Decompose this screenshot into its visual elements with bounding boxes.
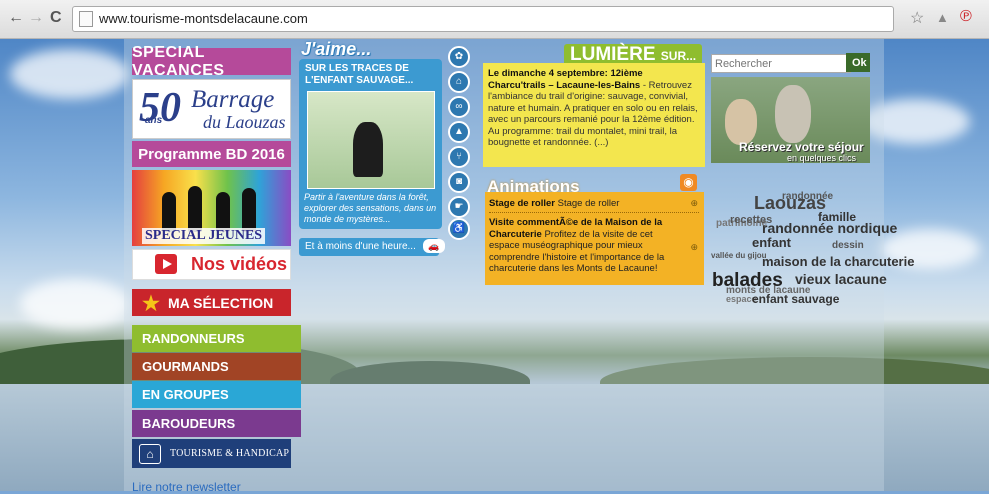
animation-item-title: Stage de roller (489, 198, 555, 209)
tag-cloud-item[interactable]: enfant sauvage (752, 292, 839, 306)
rss-icon[interactable]: ◉ (680, 174, 697, 191)
baroudeurs-button[interactable]: BAROUDEURS (132, 410, 301, 437)
bottle-icon[interactable]: ◙ (448, 171, 470, 193)
pinterest-icon[interactable]: ℗ (960, 8, 972, 26)
bookmark-star-icon[interactable]: ☆ (910, 8, 924, 28)
reserve-line2: en quelques clics (787, 153, 857, 163)
nos-videos-button[interactable]: Nos vidéos (132, 249, 291, 280)
extension-icon[interactable]: ▲ (936, 10, 949, 25)
hand-icon[interactable]: ☛ (448, 196, 470, 218)
tag-cloud-item[interactable]: enfant (752, 235, 791, 250)
ma-selection-button[interactable]: ★ MA SÉLECTION (132, 289, 291, 316)
en-groupes-button[interactable]: EN GROUPES (132, 381, 301, 408)
lumiere-headline: Le dimanche 4 septembre: 12ième Charcu't… (488, 68, 643, 91)
barrage-line2: du Laouzas (203, 112, 286, 132)
moins-une-heure-button[interactable]: Et à moins d'une heure... 🚗 (299, 238, 445, 256)
special-jeunes-label: SPECIAL JEUNES (142, 228, 266, 244)
reservez-sejour-banner[interactable]: Réservez votre séjour en quelques clics (711, 77, 870, 163)
binoculars-icon[interactable]: ∞ (448, 96, 470, 118)
star-icon: ★ (142, 293, 160, 315)
url-text: www.tourisme-montsdelacaune.com (99, 11, 308, 26)
randonneurs-button[interactable]: RANDONNEURS (132, 325, 301, 352)
animations-card: Stage de roller Stage de roller ⊕ Visite… (485, 192, 704, 285)
lumiere-card[interactable]: Le dimanche 4 septembre: 12ième Charcu't… (483, 63, 705, 167)
theme-icon-strip: ✿ ⌂ ∞ ▲ ⑂ ◙ ☛ ♿ (442, 46, 472, 240)
forward-icon[interactable]: → (28, 9, 44, 27)
reload-icon[interactable]: C (50, 9, 62, 27)
search-ok-button[interactable]: Ok (846, 53, 870, 72)
tag-cloud-item[interactable]: randonnée nordique (762, 220, 897, 236)
special-jeunes-banner[interactable]: SPECIAL JEUNES (132, 170, 291, 246)
search-input[interactable] (711, 54, 851, 73)
jaime-heading: J'aime... (301, 39, 372, 59)
flower-icon[interactable]: ✿ (448, 46, 470, 68)
barrage-ans: ans (145, 115, 163, 126)
animation-item[interactable]: Stage de roller Stage de roller (489, 198, 684, 210)
animation-item[interactable]: Visite commentÃ©e de la Maison de la Cha… (489, 217, 684, 275)
programme-bd-button[interactable]: Programme BD 2016 (132, 141, 291, 167)
tourisme-handicap-button[interactable]: ⌂ TOURISME & HANDICAP (132, 439, 291, 468)
car-icon: 🚗 (423, 239, 445, 253)
jaime-card[interactable]: SUR LES TRACES DE L'ENFANT SAUVAGE... Pa… (299, 59, 442, 229)
videos-label: Nos vidéos (191, 254, 288, 274)
moins-label: Et à moins d'une heure... (305, 241, 416, 252)
reserve-line1: Réservez votre séjour (739, 140, 864, 154)
accessibility-icon: ⌂ (139, 444, 161, 464)
ma-selection-label: MA SÉLECTION (168, 295, 274, 311)
lumiere-sub: SUR... (660, 49, 697, 63)
tag-cloud-item[interactable]: Laouzas (754, 193, 826, 214)
home-icon[interactable]: ⌂ (448, 71, 470, 93)
link-icon[interactable]: ⊕ (690, 198, 698, 210)
fork-icon[interactable]: ⑂ (448, 146, 470, 168)
page-icon (79, 11, 93, 27)
play-icon (155, 254, 177, 274)
animation-item-text: Stage de roller (555, 198, 620, 209)
barrage-50-ans-banner[interactable]: 50 ans Barrage du Laouzas (132, 79, 291, 139)
jaime-headline: SUR LES TRACES DE L'ENFANT SAUVAGE... (305, 63, 414, 86)
chair-icon[interactable]: ♿ (448, 218, 470, 240)
tag-cloud-item[interactable]: vallée du gijou (711, 251, 767, 260)
handicap-label: TOURISME & HANDICAP (170, 448, 290, 459)
tag-cloud-item[interactable]: dessin (832, 240, 864, 251)
gourmands-button[interactable]: GOURMANDS (132, 353, 301, 380)
special-vacances-button[interactable]: SPECIAL VACANCES (132, 44, 291, 79)
tent-icon[interactable]: ▲ (448, 121, 470, 143)
browser-toolbar: ← → C www.tourisme-montsdelacaune.com ☆ … (0, 0, 989, 39)
back-icon[interactable]: ← (8, 9, 24, 27)
book-cover-image (307, 91, 435, 189)
lumiere-title: LUMIÈRE (570, 44, 656, 65)
barrage-line1: Barrage (191, 86, 275, 113)
newsletter-link[interactable]: Lire notre newsletter (132, 480, 241, 494)
address-bar[interactable]: www.tourisme-montsdelacaune.com (72, 6, 894, 32)
tag-cloud-item[interactable]: maison de la charcuterie (762, 254, 914, 269)
link-icon[interactable]: ⊕ (690, 242, 698, 254)
jaime-description: Partir à l'aventure dans la forêt, explo… (304, 192, 437, 224)
